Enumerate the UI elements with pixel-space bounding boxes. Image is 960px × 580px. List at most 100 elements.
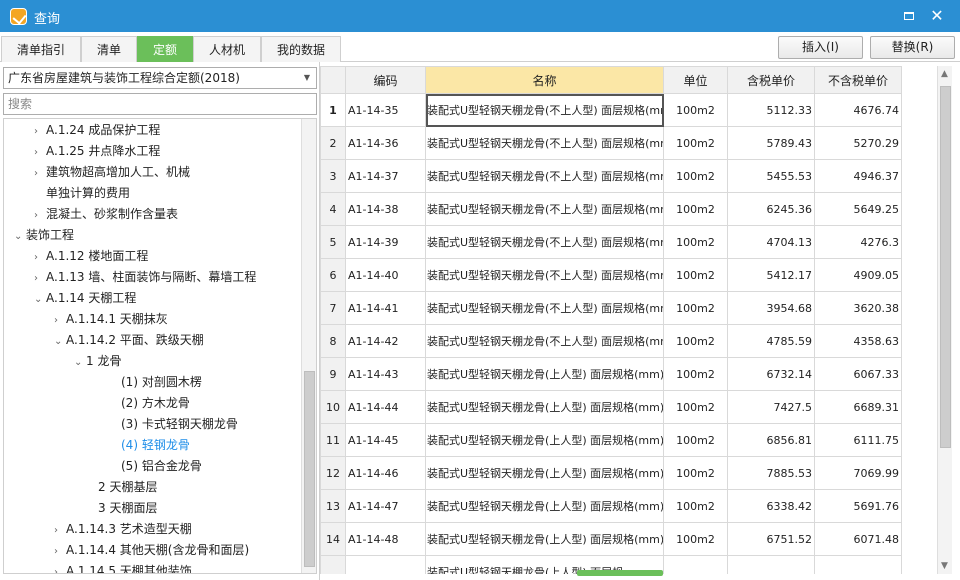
name-cell[interactable]: 装配式U型轻钢天棚龙骨(上人型) 面层规格(mm) 450×450 跌级 — [425, 456, 664, 490]
name-cell[interactable]: 装配式U型轻钢天棚龙骨(不上人型) 面层规格(mm) 600×600 跌级 — [425, 258, 664, 292]
code-cell[interactable]: A1-14-41 — [345, 291, 426, 325]
quota-library-select[interactable]: 广东省房屋建筑与装饰工程综合定额(2018) ▼ — [3, 67, 317, 89]
scroll-down-icon[interactable]: ▼ — [941, 561, 948, 571]
price-notax-cell[interactable]: 4946.37 — [814, 159, 902, 193]
code-cell[interactable]: A1-14-42 — [345, 324, 426, 358]
tree-item[interactable]: ⌄ A.1.14.2 平面、跌级天棚 — [54, 330, 204, 351]
table-row[interactable]: 10A1-14-44装配式U型轻钢天棚龙骨(上人型) 面层规格(mm) 300×… — [320, 390, 902, 424]
name-cell[interactable]: 装配式U型轻钢天棚龙骨(上人型) 面层规格(mm) 600×600 跌级 — [425, 522, 664, 556]
row-number[interactable]: 9 — [320, 357, 346, 391]
tree-item[interactable]: › A.1.12 楼地面工程 — [34, 246, 148, 267]
name-cell[interactable]: 装配式U型轻钢天棚龙骨(不上人型) 面层规格(mm) 450×450 平面 — [425, 159, 664, 193]
tree-item[interactable]: ⌄ 1 龙骨 — [74, 351, 121, 372]
tree-item[interactable]: ⌄ 装饰工程 — [14, 225, 74, 246]
row-number[interactable]: 5 — [320, 225, 346, 259]
row-number[interactable]: 2 — [320, 126, 346, 160]
tree-item[interactable]: › A.1.13 墙、柱面装饰与隔断、幕墙工程 — [34, 267, 256, 288]
replace-button[interactable]: 替换(R) — [870, 36, 955, 59]
unit-cell[interactable]: 100m2 — [663, 258, 728, 292]
row-number[interactable]: 4 — [320, 192, 346, 226]
price-tax-cell[interactable]: 6751.52 — [727, 522, 815, 556]
code-cell[interactable]: A1-14-38 — [345, 192, 426, 226]
table-row[interactable]: 6A1-14-40装配式U型轻钢天棚龙骨(不上人型) 面层规格(mm) 600×… — [320, 258, 902, 292]
tree-item[interactable]: (5) 铝合金龙骨 — [109, 456, 202, 477]
name-cell[interactable]: 装配式U型轻钢天棚龙骨(上人型) 面层规格(mm) 300×300 平面 — [425, 357, 664, 391]
row-number[interactable] — [320, 555, 346, 574]
table-row[interactable]: 11A1-14-45装配式U型轻钢天棚龙骨(上人型) 面层规格(mm) 450×… — [320, 423, 902, 457]
chevron-right-icon[interactable]: › — [34, 268, 46, 289]
row-number[interactable]: 12 — [320, 456, 346, 490]
chevron-right-icon[interactable]: › — [34, 247, 46, 268]
unit-cell[interactable]: 100m2 — [663, 357, 728, 391]
price-tax-cell[interactable]: 5455.53 — [727, 159, 815, 193]
tree-item[interactable]: › A.1.14.1 天棚抹灰 — [54, 309, 168, 330]
name-cell[interactable]: 装配式U型轻钢天棚龙骨(不上人型) 面层规格(mm) 450×450 跌级 — [425, 192, 664, 226]
price-notax-cell[interactable]: 4276.3 — [814, 225, 902, 259]
maximize-icon[interactable] — [898, 6, 920, 26]
tree-item[interactable]: › A.1.14.3 艺术造型天棚 — [54, 519, 192, 540]
table-row[interactable]: 14A1-14-48装配式U型轻钢天棚龙骨(上人型) 面层规格(mm) 600×… — [320, 522, 902, 556]
price-tax-cell[interactable]: 3954.68 — [727, 291, 815, 325]
tree-item[interactable]: (2) 方木龙骨 — [109, 393, 190, 414]
chevron-right-icon[interactable]: › — [34, 205, 46, 226]
price-notax-cell[interactable]: 4676.74 — [814, 93, 902, 127]
chevron-right-icon[interactable]: › — [54, 562, 66, 573]
table-row[interactable]: 1A1-14-35装配式U型轻钢天棚龙骨(不上人型) 面层规格(mm) 300×… — [320, 93, 902, 127]
tree-item[interactable]: › 建筑物超高增加人工、机械 — [34, 162, 190, 183]
tree-item[interactable]: › A.1.24 成品保护工程 — [34, 120, 160, 141]
chevron-right-icon[interactable]: › — [34, 121, 46, 142]
name-cell[interactable]: 装配式U型轻钢天棚龙骨(不上人型) 面层规格(mm) 600×600以上 平面 — [425, 291, 664, 325]
tree-item[interactable]: (1) 对剖圆木楞 — [109, 372, 202, 393]
price-tax-cell[interactable]: 5112.33 — [727, 93, 815, 127]
scroll-up-icon[interactable]: ▲ — [941, 69, 948, 79]
table-row[interactable]: 9A1-14-43装配式U型轻钢天棚龙骨(上人型) 面层规格(mm) 300×3… — [320, 357, 902, 391]
tree-item[interactable]: 单独计算的费用 — [34, 183, 130, 204]
price-notax-cell[interactable] — [814, 555, 902, 574]
price-tax-cell[interactable]: 6856.81 — [727, 423, 815, 457]
unit-cell[interactable]: 100m2 — [663, 489, 728, 523]
name-cell[interactable]: 装配式U型轻钢天棚龙骨(上人型) 面层规格(mm) 600×600 平面 — [425, 489, 664, 523]
row-number[interactable]: 13 — [320, 489, 346, 523]
tree-item[interactable]: › A.1.14.5 天棚其他装饰 — [54, 561, 192, 573]
chevron-right-icon[interactable]: › — [54, 541, 66, 562]
table-row[interactable]: 8A1-14-42装配式U型轻钢天棚龙骨(不上人型) 面层规格(mm) 600×… — [320, 324, 902, 358]
price-notax-cell[interactable]: 7069.99 — [814, 456, 902, 490]
code-cell[interactable]: A1-14-40 — [345, 258, 426, 292]
search-input[interactable]: 搜索 — [3, 93, 317, 115]
price-notax-cell[interactable]: 6067.33 — [814, 357, 902, 391]
row-number[interactable]: 6 — [320, 258, 346, 292]
tree-scrollbar[interactable] — [301, 119, 316, 573]
tab-labor-material[interactable]: 人材机 — [193, 36, 261, 62]
unit-cell[interactable]: 100m2 — [663, 192, 728, 226]
insert-button[interactable]: 插入(I) — [778, 36, 863, 59]
row-number[interactable]: 3 — [320, 159, 346, 193]
chevron-right-icon[interactable]: › — [54, 310, 66, 331]
unit-cell[interactable]: 100m2 — [663, 423, 728, 457]
price-notax-cell[interactable]: 4909.05 — [814, 258, 902, 292]
unit-cell[interactable]: 100m2 — [663, 225, 728, 259]
tab-quota[interactable]: 定额 — [137, 36, 193, 62]
code-cell[interactable]: A1-14-37 — [345, 159, 426, 193]
unit-cell[interactable] — [663, 555, 728, 574]
code-cell[interactable]: A1-14-45 — [345, 423, 426, 457]
price-tax-cell[interactable]: 6245.36 — [727, 192, 815, 226]
code-cell[interactable]: A1-14-47 — [345, 489, 426, 523]
price-tax-cell[interactable]: 7885.53 — [727, 456, 815, 490]
code-cell[interactable]: A1-14-36 — [345, 126, 426, 160]
unit-cell[interactable]: 100m2 — [663, 324, 728, 358]
code-cell[interactable]: A1-14-43 — [345, 357, 426, 391]
table-row[interactable]: 12A1-14-46装配式U型轻钢天棚龙骨(上人型) 面层规格(mm) 450×… — [320, 456, 902, 490]
tree-item[interactable]: 2 天棚基层 — [86, 477, 157, 498]
name-cell[interactable]: 装配式U型轻钢天棚龙骨(不上人型) 面层规格(mm) 600×600 平面 — [425, 225, 664, 259]
table-row[interactable]: 7A1-14-41装配式U型轻钢天棚龙骨(不上人型) 面层规格(mm) 600×… — [320, 291, 902, 325]
tree-item[interactable]: ⌄ A.1.14 天棚工程 — [34, 288, 136, 309]
price-tax-cell[interactable]: 7427.5 — [727, 390, 815, 424]
code-cell[interactable]: A1-14-39 — [345, 225, 426, 259]
chevron-right-icon[interactable]: › — [34, 163, 46, 184]
chevron-down-icon[interactable]: ⌄ — [74, 352, 86, 373]
row-number[interactable]: 14 — [320, 522, 346, 556]
price-notax-cell[interactable]: 6689.31 — [814, 390, 902, 424]
price-notax-cell[interactable]: 5270.29 — [814, 126, 902, 160]
price-notax-cell[interactable]: 4358.63 — [814, 324, 902, 358]
code-cell[interactable] — [345, 555, 426, 574]
